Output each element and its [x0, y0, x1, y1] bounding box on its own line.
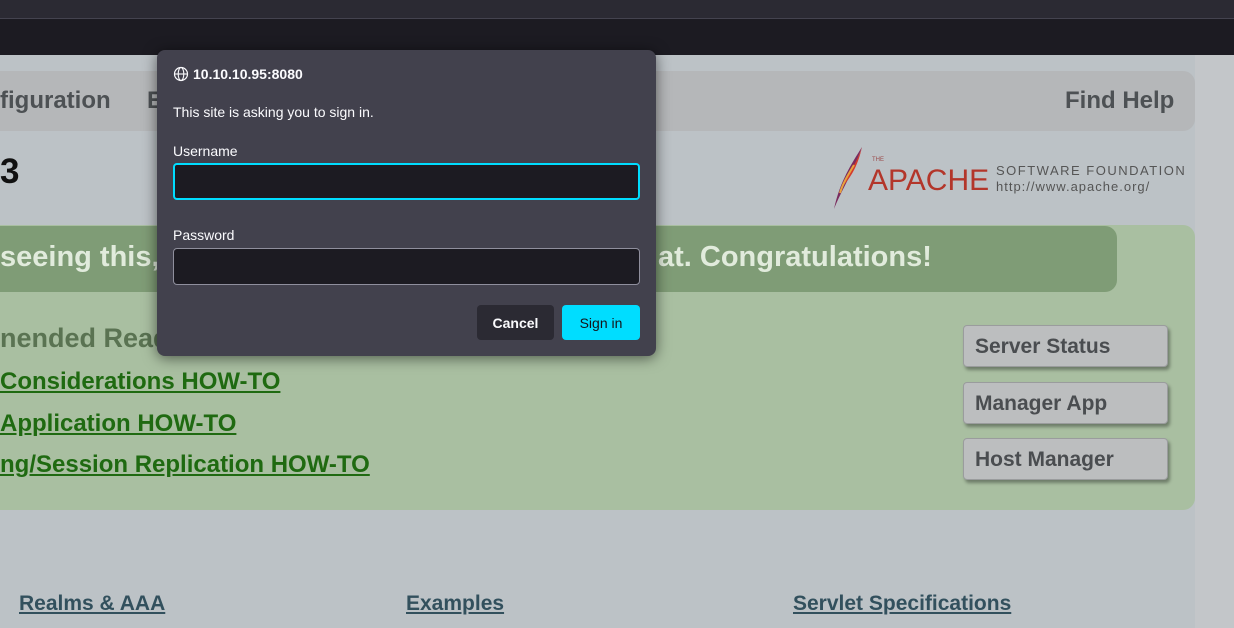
manager-app-button[interactable]: Manager App: [963, 382, 1168, 424]
howto-link-clustering[interactable]: ng/Session Replication HOW-TO: [0, 451, 370, 479]
sign-in-dialog: 10.10.10.95:8080 This site is asking you…: [157, 50, 656, 356]
logo-small-text: THE: [872, 157, 884, 163]
dialog-host: 10.10.10.95:8080: [173, 66, 303, 82]
banner-text-right: at. Congratulations!: [658, 241, 932, 273]
globe-icon: [173, 66, 189, 82]
servlet-specifications-link[interactable]: Servlet Specifications: [793, 592, 1011, 616]
sign-in-button[interactable]: Sign in: [562, 305, 640, 340]
browser-toolbar: [0, 0, 1234, 18]
recommended-reading-heading: nended Read: [0, 323, 170, 353]
realms-aaa-link[interactable]: Realms & AAA: [19, 592, 165, 616]
password-field[interactable]: [173, 248, 640, 285]
password-label: Password: [173, 227, 235, 243]
username-field[interactable]: [173, 163, 640, 200]
logo-url: http://www.apache.org/: [996, 179, 1150, 194]
cancel-button[interactable]: Cancel: [477, 305, 554, 340]
howto-link-security[interactable]: Considerations HOW-TO: [0, 368, 280, 396]
host-manager-button[interactable]: Host Manager: [963, 438, 1168, 480]
banner-text-left: seeing this,: [0, 241, 160, 273]
nav-item-find-help[interactable]: Find Help: [1065, 87, 1174, 115]
logo-tagline: SOFTWARE FOUNDATION: [996, 163, 1186, 178]
apache-logo[interactable]: THE APACHE SOFTWARE FOUNDATION http://ww…: [832, 145, 1197, 211]
version-title: 3: [0, 152, 20, 191]
dialog-message: This site is asking you to sign in.: [173, 104, 374, 120]
logo-name: APACHE: [868, 164, 989, 197]
dialog-host-text: 10.10.10.95:8080: [193, 66, 303, 82]
examples-link[interactable]: Examples: [406, 592, 504, 616]
nav-item-configuration[interactable]: figuration: [0, 87, 111, 115]
server-status-button[interactable]: Server Status: [963, 325, 1168, 367]
username-label: Username: [173, 143, 238, 159]
howto-link-manager[interactable]: Application HOW-TO: [0, 410, 236, 438]
